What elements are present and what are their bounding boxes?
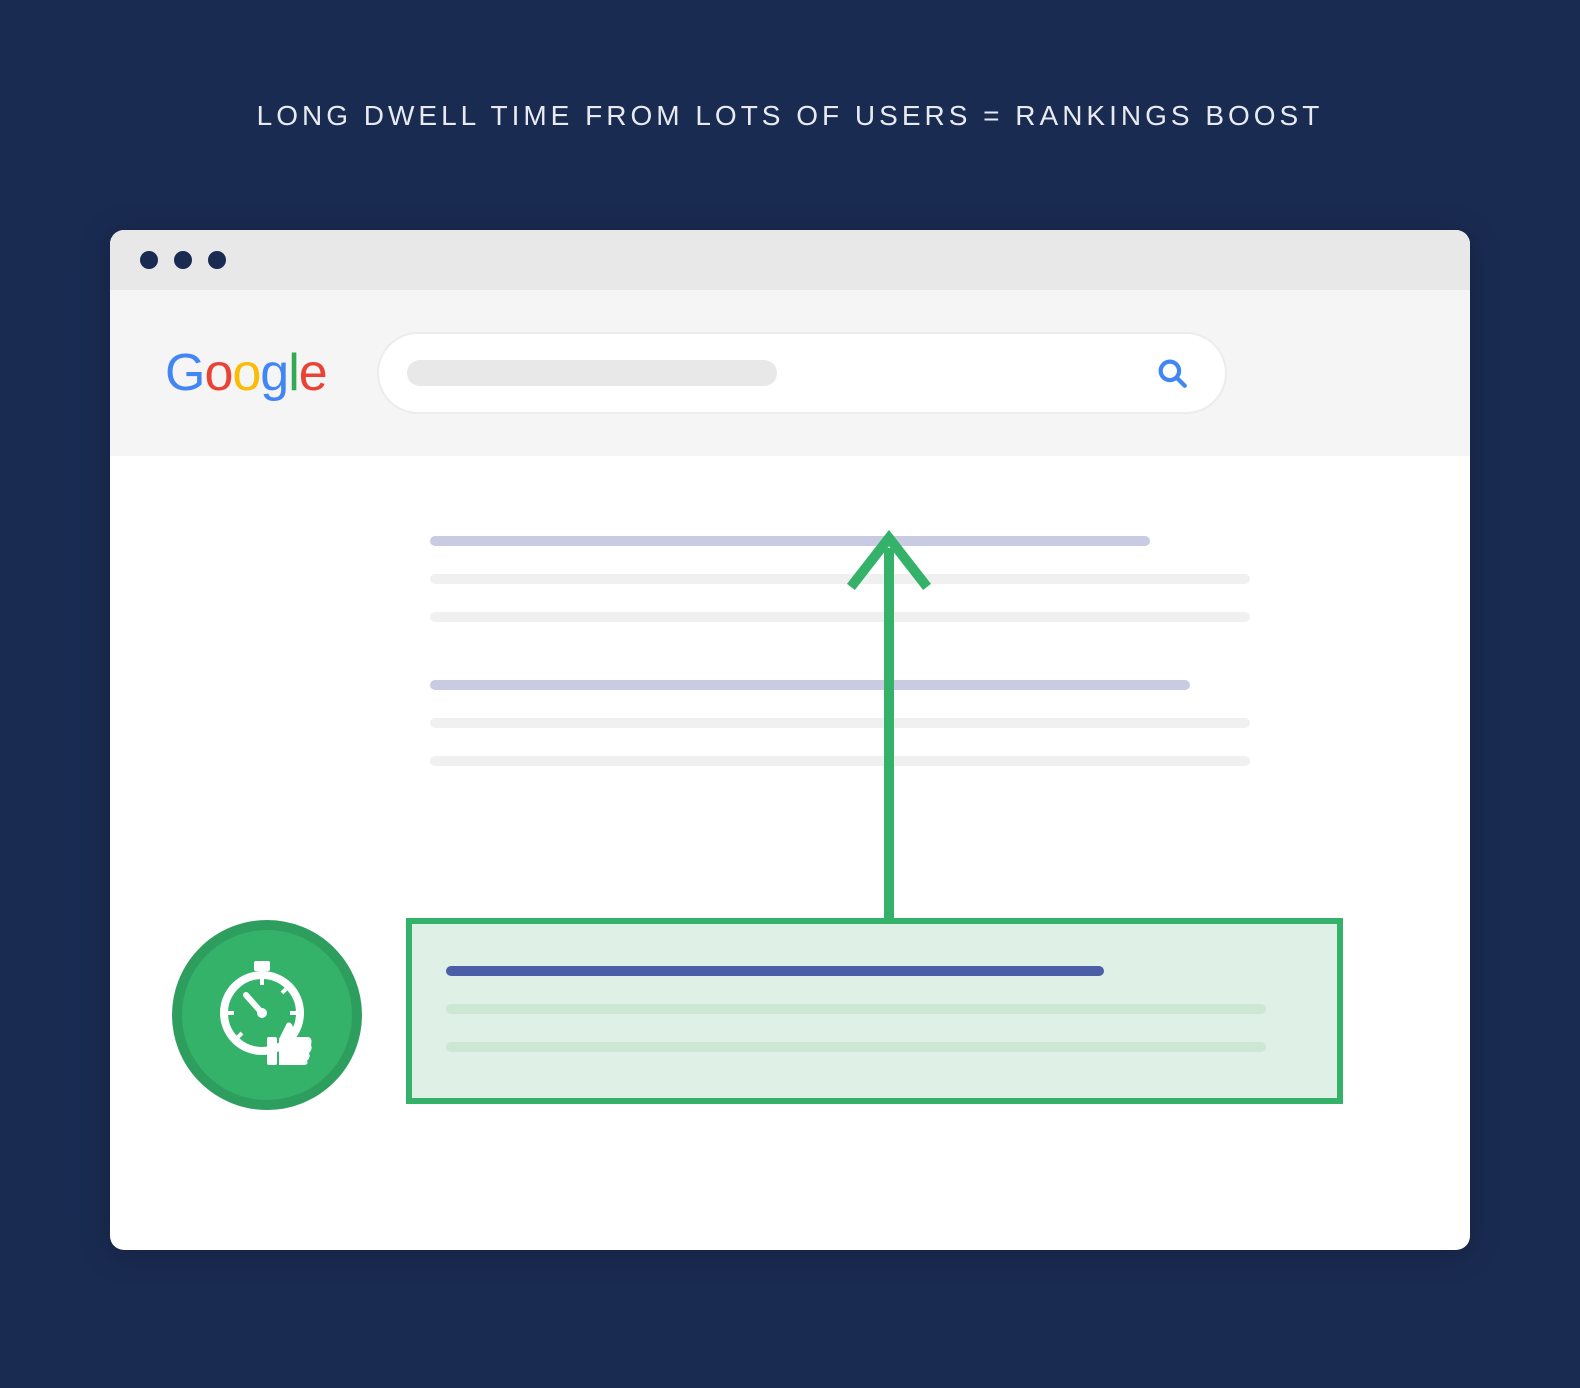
search-icon[interactable] [1155, 356, 1189, 390]
result-body-line [430, 574, 1250, 584]
browser-window: G o o g l e [110, 230, 1470, 1250]
search-query-placeholder [407, 360, 777, 386]
result-body-line [430, 612, 1250, 622]
search-results [110, 456, 1470, 766]
result-body-line [446, 1042, 1266, 1052]
google-logo: G o o g l e [165, 343, 327, 403]
window-control-dot [174, 251, 192, 269]
logo-letter: l [288, 343, 299, 403]
search-result [430, 680, 1350, 766]
result-body-line [430, 756, 1250, 766]
search-header: G o o g l e [110, 290, 1470, 456]
logo-letter: g [260, 343, 288, 403]
result-title-line [430, 536, 1150, 546]
logo-letter: o [204, 343, 232, 403]
logo-letter: G [165, 343, 204, 403]
page-headline: LONG DWELL TIME FROM LOTS OF USERS = RAN… [0, 0, 1580, 132]
window-control-dot [140, 251, 158, 269]
browser-titlebar [110, 230, 1470, 290]
window-control-dot [208, 251, 226, 269]
search-result [430, 536, 1350, 622]
logo-letter: e [299, 343, 327, 403]
result-title-line [446, 966, 1104, 976]
search-input[interactable] [377, 332, 1227, 414]
result-body-line [446, 1004, 1266, 1014]
dwell-time-badge [172, 920, 362, 1110]
logo-letter: o [232, 343, 260, 403]
result-body-line [430, 718, 1250, 728]
result-title-line [430, 680, 1190, 690]
highlighted-search-result [406, 918, 1343, 1104]
stopwatch-thumbs-up-icon [207, 955, 327, 1075]
